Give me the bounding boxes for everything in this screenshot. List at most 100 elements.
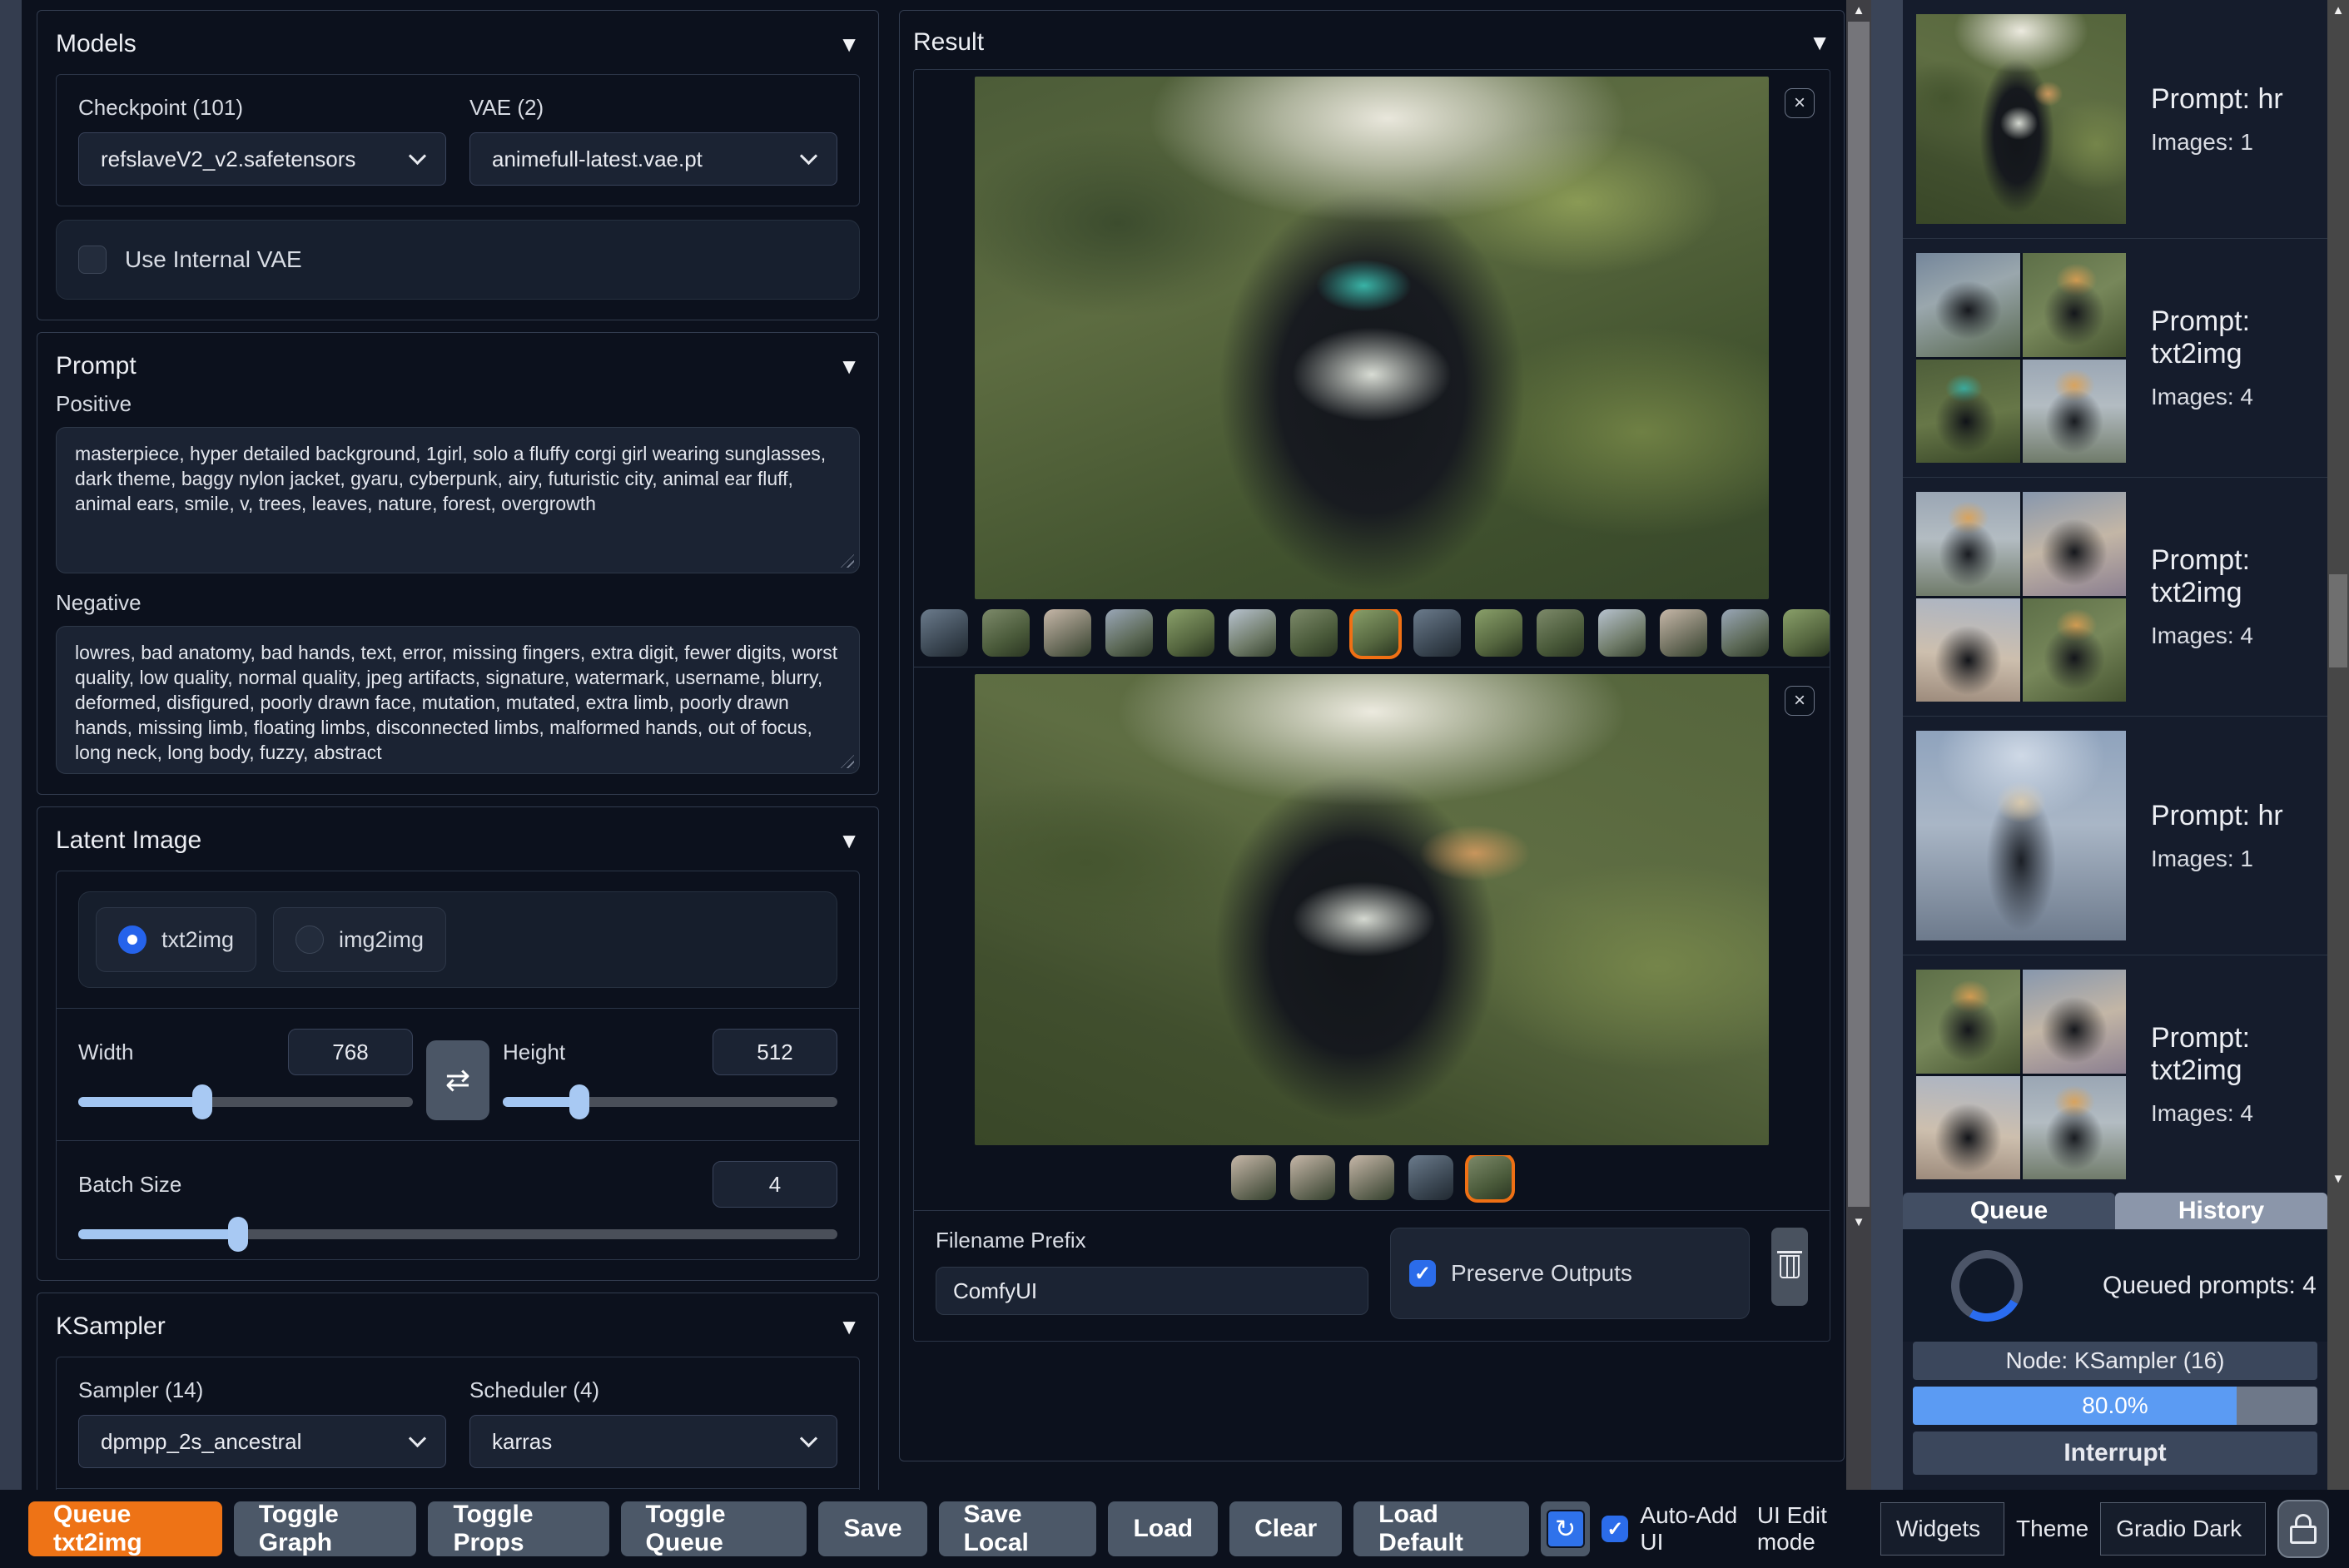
gallery-thumbnail[interactable]	[1475, 609, 1522, 657]
save-button[interactable]: Save	[818, 1501, 927, 1556]
toggle-queue-button[interactable]: Toggle Queue	[620, 1501, 807, 1556]
gallery-thumbnail[interactable]	[1290, 1155, 1335, 1200]
scroll-up-icon[interactable]: ▲	[1846, 3, 1871, 17]
use-internal-vae-label: Use Internal VAE	[125, 246, 302, 272]
height-slider[interactable]	[503, 1084, 837, 1119]
gallery-thumbnail[interactable]	[1044, 609, 1091, 657]
toggle-props-button[interactable]: Toggle Props	[428, 1501, 609, 1556]
scroll-down-icon[interactable]: ▼	[1846, 1215, 1871, 1229]
history-thumbnail-grid[interactable]	[1916, 492, 2126, 702]
use-internal-vae-row[interactable]: Use Internal VAE	[56, 220, 860, 300]
preserve-outputs-box[interactable]: ✓ Preserve Outputs	[1390, 1228, 1750, 1319]
batch-size-slider[interactable]	[78, 1217, 837, 1252]
history-thumbnail-grid[interactable]	[1916, 970, 2126, 1179]
gallery-thumbnail[interactable]	[1349, 1155, 1394, 1200]
width-slider[interactable]	[78, 1084, 413, 1119]
history-scrollbar[interactable]: ▲ ▼	[2327, 0, 2349, 1490]
history-item[interactable]: Prompt: hr Images: 1	[1903, 717, 2327, 955]
history-item[interactable]: Prompt: txt2img Images: 4	[1903, 955, 2327, 1193]
result-accordion-header[interactable]: Result ▼	[913, 24, 1830, 61]
gallery-thumbnail[interactable]	[1721, 609, 1769, 657]
history-item[interactable]: Prompt: hr Images: 1	[1903, 0, 2327, 239]
gallery-thumbnail[interactable]	[1783, 609, 1830, 657]
collapse-triangle-icon[interactable]: ▼	[838, 32, 860, 57]
chevron-down-icon	[799, 146, 818, 165]
vae-select[interactable]: animefull-latest.vae.pt	[469, 132, 837, 186]
use-internal-vae-checkbox[interactable]	[78, 246, 107, 274]
result-image-2[interactable]	[975, 674, 1769, 1145]
clear-button[interactable]: Clear	[1229, 1501, 1343, 1556]
gallery-thumbnail-selected[interactable]	[1349, 609, 1402, 659]
gallery-thumbnail[interactable]	[1105, 609, 1153, 657]
height-input[interactable]: 512	[713, 1029, 837, 1075]
gallery-thumbnail[interactable]	[1231, 1155, 1276, 1200]
swap-arrows-icon: ⇄	[444, 1063, 471, 1097]
gallery-thumbnail[interactable]	[1229, 609, 1276, 657]
radio-selected-icon	[118, 925, 147, 954]
sampler-select[interactable]: dpmpp_2s_ancestral	[78, 1415, 446, 1468]
collapse-triangle-icon[interactable]: ▼	[1809, 30, 1830, 56]
positive-prompt-textarea[interactable]: masterpiece, hyper detailed background, …	[56, 427, 860, 573]
gallery-thumbnail[interactable]	[1413, 609, 1461, 657]
lock-button[interactable]	[2277, 1500, 2329, 1558]
tab-history[interactable]: History	[2115, 1193, 2327, 1229]
width-input[interactable]: 768	[288, 1029, 413, 1075]
refresh-ui-button[interactable]: ↻	[1540, 1501, 1591, 1556]
checkpoint-select[interactable]: refslaveV2_v2.safetensors	[78, 132, 446, 186]
scrollbar-thumb[interactable]	[1848, 22, 1870, 1207]
collapse-triangle-icon[interactable]: ▼	[838, 828, 860, 854]
gallery-thumbnail[interactable]	[1598, 609, 1646, 657]
radio-img2img[interactable]: img2img	[273, 907, 447, 972]
collapse-triangle-icon[interactable]: ▼	[838, 1314, 860, 1340]
batch-size-input[interactable]: 4	[713, 1161, 837, 1208]
prompt-accordion: Prompt ▼ Positive masterpiece, hyper det…	[37, 332, 879, 795]
auto-add-ui-checkbox[interactable]: ✓	[1602, 1516, 1629, 1542]
scrollbar-thumb[interactable]	[2329, 574, 2347, 667]
gallery-thumbnail[interactable]	[1660, 609, 1707, 657]
middle-scrollbar[interactable]: ▲ ▼	[1846, 0, 1871, 1490]
history-image-count: Images: 1	[2151, 845, 2253, 871]
toggle-graph-button[interactable]: Toggle Graph	[233, 1501, 417, 1556]
ksampler-accordion-header[interactable]: KSampler ▼	[56, 1308, 860, 1345]
preserve-outputs-checkbox[interactable]: ✓	[1409, 1260, 1436, 1287]
result-image-1[interactable]	[975, 77, 1769, 599]
interrupt-button[interactable]: Interrupt	[1913, 1432, 2317, 1475]
close-icon[interactable]: ×	[1785, 88, 1815, 118]
models-accordion-header[interactable]: Models ▼	[56, 26, 860, 62]
close-icon[interactable]: ×	[1785, 686, 1815, 716]
filename-prefix-input[interactable]: ComfyUI	[936, 1267, 1368, 1315]
scroll-down-icon[interactable]: ▼	[2327, 1172, 2349, 1186]
collapse-triangle-icon[interactable]: ▼	[838, 354, 860, 380]
prompt-accordion-header[interactable]: Prompt ▼	[56, 348, 860, 385]
gallery-thumbnail[interactable]	[1167, 609, 1214, 657]
history-prompt: Prompt: txt2img	[2151, 305, 2251, 370]
gallery-thumbnail[interactable]	[1408, 1155, 1453, 1200]
load-default-button[interactable]: Load Default	[1353, 1501, 1529, 1556]
scheduler-select[interactable]: karras	[469, 1415, 837, 1468]
negative-prompt-textarea[interactable]: lowres, bad anatomy, bad hands, text, er…	[56, 626, 860, 774]
trash-button[interactable]	[1771, 1228, 1808, 1306]
gallery-thumbnail[interactable]	[1290, 609, 1338, 657]
history-item[interactable]: Prompt: txt2img Images: 4	[1903, 478, 2327, 717]
refresh-icon: ↻	[1546, 1510, 1585, 1548]
history-thumbnail[interactable]	[1916, 14, 2126, 224]
load-button[interactable]: Load	[1108, 1501, 1219, 1556]
progress-bar: 80.0%	[1913, 1387, 2317, 1425]
queue-txt2img-button[interactable]: Queue txt2img	[28, 1501, 222, 1556]
radio-txt2img[interactable]: txt2img	[96, 907, 257, 972]
history-item[interactable]: Prompt: txt2img Images: 4	[1903, 239, 2327, 478]
gallery-thumbnail[interactable]	[1537, 609, 1584, 657]
tab-queue[interactable]: Queue	[1903, 1193, 2115, 1229]
history-thumbnail[interactable]	[1916, 731, 2126, 940]
theme-select[interactable]: Gradio Dark	[2100, 1502, 2266, 1556]
history-thumbnail-grid[interactable]	[1916, 253, 2126, 463]
widgets-select[interactable]: Widgets	[1880, 1502, 2005, 1556]
gallery-thumbnail-selected[interactable]	[1465, 1155, 1515, 1203]
save-local-button[interactable]: Save Local	[938, 1501, 1097, 1556]
latent-accordion-header[interactable]: Latent Image ▼	[56, 822, 860, 859]
swap-width-height-button[interactable]: ⇄	[426, 1040, 489, 1120]
gallery-thumbnail[interactable]	[921, 609, 968, 657]
gallery-thumbnail[interactable]	[982, 609, 1030, 657]
progress-percent-text: 80.0%	[2082, 1392, 2148, 1418]
scroll-up-icon[interactable]: ▲	[2327, 3, 2349, 17]
